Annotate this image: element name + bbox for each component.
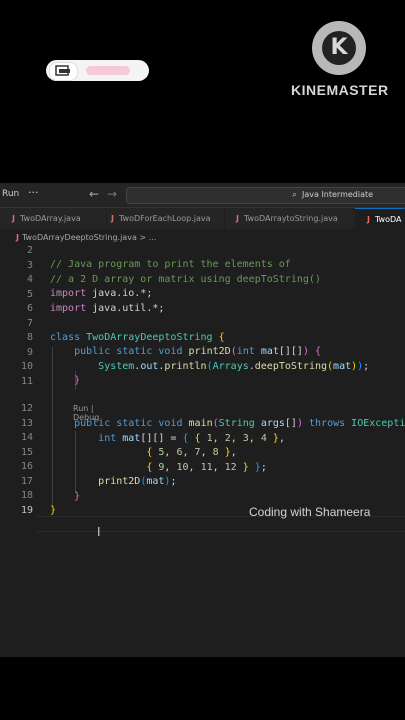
line-number: 11 [20,375,33,387]
search-text: Java Intermediate [302,190,374,199]
breadcrumb[interactable]: J TwoDArrayDeeptoString.java > ... [16,233,156,242]
breadcrumb-path: TwoDArrayDeeptoString.java > ... [21,233,157,242]
line-number: 15 [20,446,33,458]
channel-logo-icon [55,65,70,76]
search-icon: ⌕ [292,190,298,200]
tab-label: TwoDForEachLoop.java [118,214,211,223]
java-file-icon: J [367,215,370,224]
tab-label: TwoDA [374,215,402,224]
line-number: 3 [26,259,33,271]
tab-label: TwoDArraytoString.java [243,214,338,223]
menu-run[interactable]: Run [2,189,19,199]
kinemaster-letter: K [322,31,356,65]
line-number: 8 [26,332,33,343]
line-number: 5 [26,288,33,300]
channel-name-blur [86,66,130,75]
code-line: } [74,375,81,386]
line-number: 16 [20,461,33,472]
code-line: { 9, 10, 11, 12 } }; [146,461,267,473]
java-file-icon: J [236,214,239,223]
title-bar: Run ··· ← → ⌕ Java Intermediate [0,183,405,208]
kinemaster-brand: KINEMASTER [291,82,389,98]
code-line: // Java program to print the elements of [50,259,291,270]
channel-avatar [49,62,78,81]
java-file-icon: J [16,233,19,242]
tab-twodforeachloop[interactable]: J TwoDForEachLoop.java [108,208,225,229]
tab-twodarraydeeptostring[interactable]: J TwoDA [355,208,405,229]
code-editor-window: Run ··· ← → ⌕ Java Intermediate J TwoDArr… [0,183,405,657]
code-line: import java.util.*; [50,302,165,314]
line-number-current: 19 [20,504,33,516]
line-number: 12 [20,403,33,414]
line-number: 2 [26,245,33,256]
editor-tab-bar: J TwoDArray.java J TwoDForEachLoop.java JT… [0,208,405,229]
tab-twodarray[interactable]: J TwoDArray.java [0,208,107,229]
text-cursor-icon: I [97,525,101,539]
line-number: 7 [26,317,33,329]
menu-more-icon[interactable]: ··· [28,186,39,199]
code-line: } [50,505,57,516]
code-line: System.out.println(Arrays.deepToString(m… [98,360,370,372]
line-number: 10 [20,361,33,372]
line-number: 4 [26,274,33,285]
line-number: 13 [20,417,33,429]
command-search-box[interactable]: ⌕ Java Intermediate [126,187,405,204]
line-number: 17 [20,475,33,487]
code-line: // a 2 D array or matrix using deepToStr… [50,273,321,285]
line-number: 6 [26,303,33,314]
code-line: } [74,490,81,502]
code-line: import java.io.*; [50,288,153,299]
code-line: int mat[][] = { { 1, 2, 3, 4 }, [98,432,285,444]
nav-back-icon[interactable]: ← [89,187,99,201]
code-line: { 5, 6, 7, 8 }, [146,447,237,458]
nav-forward-icon[interactable]: → [107,187,117,201]
code-line: class TwoDArrayDeeptoString { [50,331,225,343]
code-line: print2D(mat); [98,476,177,487]
java-file-icon: J [111,214,114,223]
code-line: public static void print2D(int mat[][]) … [74,346,322,357]
line-number: 18 [20,490,33,501]
channel-badge [46,60,149,81]
java-file-icon: J [12,214,15,223]
kinemaster-logo-icon: K [312,21,366,75]
line-number: 9 [26,346,33,358]
tab-twodarraytostring[interactable]: J TwoDArraytoString.java [226,208,354,229]
code-line: public static void main(String args[]) t… [74,418,405,429]
line-number: 14 [20,432,33,443]
tab-label: TwoDArray.java [19,214,81,223]
watermark-text: Coding with Shameera [249,505,371,519]
